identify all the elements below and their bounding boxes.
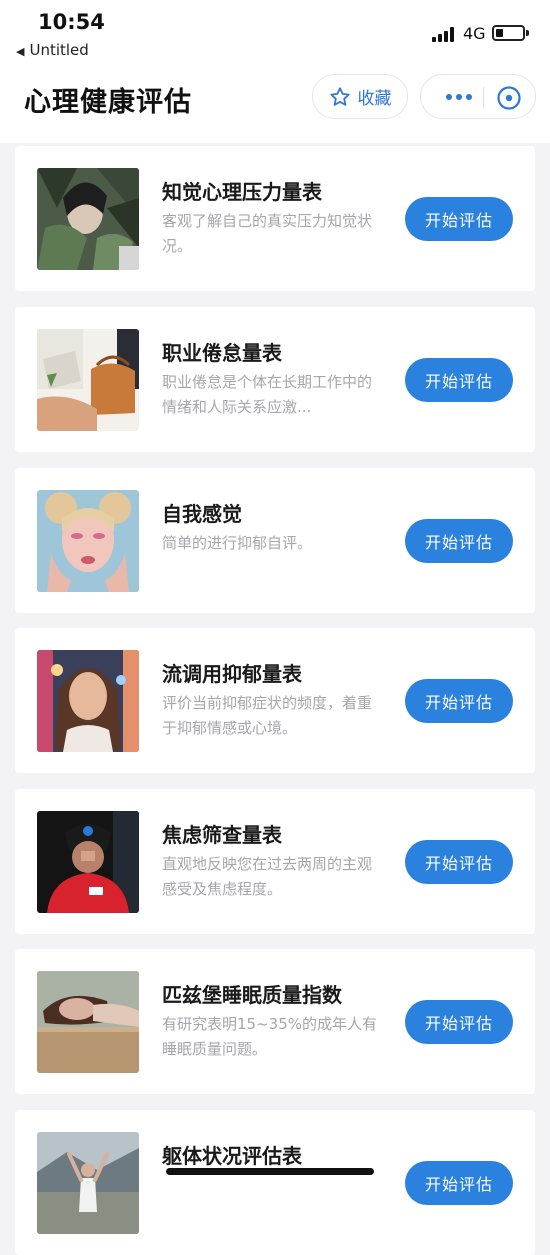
assessment-card[interactable]: 躯体状况评估表 开始评估	[15, 1110, 535, 1255]
assessment-card[interactable]: 职业倦怠量表 职业倦怠是个体在长期工作中的情绪和人际关系应激... 开始评估	[15, 307, 535, 452]
card-description: 有研究表明15~35%的成年人有睡眠质量问题。	[162, 1015, 377, 1058]
card-title: 焦虑筛查量表	[162, 823, 282, 847]
card-title: 职业倦怠量表	[162, 341, 282, 365]
start-assessment-button[interactable]: 开始评估	[405, 519, 513, 563]
start-assessment-button[interactable]: 开始评估	[405, 840, 513, 884]
assessment-card[interactable]: 流调用抑郁量表 评价当前抑郁症状的频度，着重于抑郁情感或心境。 开始评估	[15, 628, 535, 773]
network-label: 4G	[463, 24, 486, 43]
ellipsis-icon[interactable]	[439, 84, 479, 110]
card-description: 客观了解自己的真实压力知觉状况。	[162, 212, 373, 255]
card-description: 职业倦怠是个体在长期工作中的情绪和人际关系应激...	[162, 373, 373, 416]
person-arms-raised-photo	[37, 1132, 139, 1234]
favorite-button[interactable]: 收藏	[312, 74, 408, 119]
assessment-card[interactable]: 知觉心理压力量表 客观了解自己的真实压力知觉状况。 开始评估	[15, 146, 535, 291]
status-bar: 10:54 ◀ Untitled 4G	[0, 0, 550, 64]
card-description: 直观地反映您在过去两周的主观感受及焦虑程度。	[162, 855, 373, 898]
back-app-label: Untitled	[29, 41, 89, 59]
start-assessment-button[interactable]: 开始评估	[405, 358, 513, 402]
capsule-divider	[483, 87, 484, 108]
card-title: 流调用抑郁量表	[162, 662, 302, 686]
card-title: 躯体状况评估表	[162, 1144, 302, 1168]
page-title: 心理健康评估	[24, 87, 192, 118]
status-time: 10:54	[38, 10, 105, 34]
woman-hands-on-face-photo	[37, 490, 139, 592]
card-title: 知觉心理压力量表	[162, 180, 322, 204]
laptop-and-bag-photo	[37, 329, 139, 431]
man-red-hoodie-photo	[37, 811, 139, 913]
start-assessment-button[interactable]: 开始评估	[405, 1000, 513, 1044]
woman-sleeping-photo	[37, 971, 139, 1073]
start-assessment-button[interactable]: 开始评估	[405, 197, 513, 241]
card-title: 自我感觉	[162, 502, 242, 526]
target-close-icon[interactable]	[495, 84, 523, 112]
star-icon	[329, 86, 350, 106]
app-header: 10:54 ◀ Untitled 4G 心理健康评估 收藏	[0, 0, 550, 143]
home-indicator[interactable]	[166, 1168, 374, 1175]
card-description: 评价当前抑郁症状的频度，着重于抑郁情感或心境。	[162, 694, 373, 737]
mini-program-capsule	[420, 74, 536, 119]
start-assessment-button[interactable]: 开始评估	[405, 679, 513, 723]
assessment-card[interactable]: 焦虑筛查量表 直观地反映您在过去两周的主观感受及焦虑程度。 开始评估	[15, 789, 535, 934]
card-description: 简单的进行抑郁自评。	[162, 534, 313, 552]
assessment-card[interactable]: 匹兹堡睡眠质量指数 有研究表明15~35%的成年人有睡眠质量问题。 开始评估	[15, 949, 535, 1094]
start-assessment-button[interactable]: 开始评估	[405, 1161, 513, 1205]
woman-with-plants-photo	[37, 168, 139, 270]
card-title: 匹兹堡睡眠质量指数	[162, 983, 342, 1007]
back-triangle-icon: ◀	[16, 45, 25, 58]
back-to-app-link[interactable]: ◀ Untitled	[16, 41, 89, 59]
favorite-label: 收藏	[357, 89, 392, 109]
battery-icon	[492, 25, 529, 41]
signal-icon	[432, 26, 456, 42]
woman-portrait-photo	[37, 650, 139, 752]
assessment-card[interactable]: 自我感觉 简单的进行抑郁自评。 开始评估	[15, 468, 535, 613]
